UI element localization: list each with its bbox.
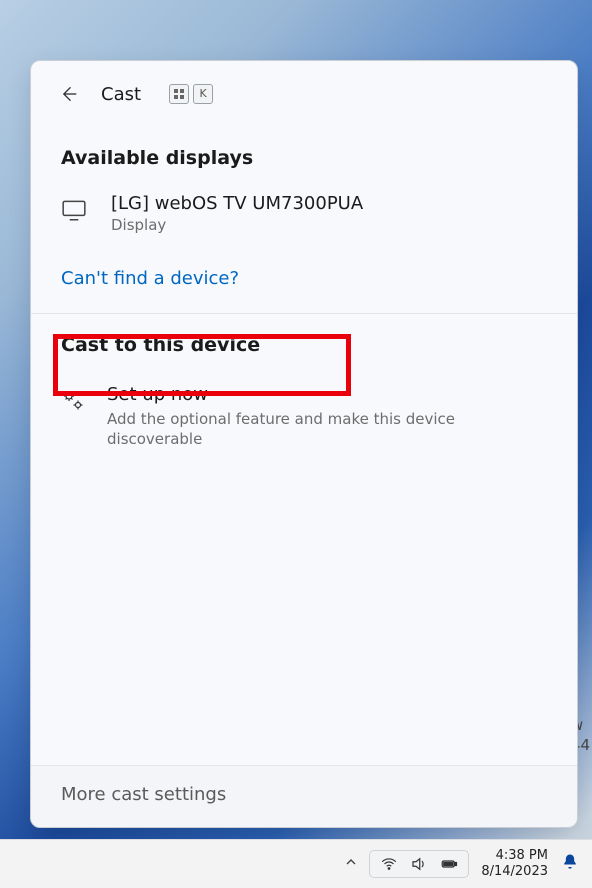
device-type: Display (111, 216, 363, 234)
monitor-icon (61, 197, 89, 227)
shortcut-hint: K (169, 84, 213, 104)
system-tray-group[interactable] (369, 850, 469, 878)
time: 4:38 PM (481, 848, 548, 864)
cast-panel: Cast K Available displays [LG] webOS TV … (30, 60, 578, 828)
device-text: [LG] webOS TV UM7300PUA Display (111, 193, 363, 234)
gears-icon (61, 388, 89, 416)
setup-now-item[interactable]: Set up now Add the optional feature and … (31, 370, 577, 470)
arrow-left-icon (58, 84, 78, 104)
panel-header: Cast K (31, 61, 577, 121)
bell-icon (560, 852, 580, 872)
chevron-up-icon (345, 856, 357, 868)
taskbar: 4:38 PM 8/14/2023 (0, 839, 592, 888)
available-displays-heading: Available displays (31, 121, 577, 183)
cast-to-device-heading: Cast to this device (31, 314, 577, 370)
clock[interactable]: 4:38 PM 8/14/2023 (481, 848, 548, 881)
setup-subtitle: Add the optional feature and make this d… (107, 409, 547, 450)
shortcut-key: K (193, 84, 213, 104)
date: 8/14/2023 (481, 864, 548, 880)
notifications-button[interactable] (560, 852, 582, 876)
panel-title: Cast (101, 84, 141, 105)
volume-icon (410, 855, 428, 873)
battery-icon (440, 855, 458, 873)
device-name: [LG] webOS TV UM7300PUA (111, 193, 363, 214)
panel-spacer (31, 470, 577, 766)
setup-title: Set up now (107, 384, 547, 405)
tray-overflow-button[interactable] (339, 856, 363, 872)
device-item[interactable]: [LG] webOS TV UM7300PUA Display (31, 183, 577, 252)
setup-text: Set up now Add the optional feature and … (107, 384, 547, 450)
back-button[interactable] (57, 83, 79, 105)
more-cast-settings-link[interactable]: More cast settings (31, 765, 577, 827)
cant-find-device-link[interactable]: Can't find a device? (61, 268, 239, 289)
windows-key-icon (169, 84, 189, 104)
wifi-icon (380, 855, 398, 873)
help-link-container: Can't find a device? (31, 252, 577, 314)
